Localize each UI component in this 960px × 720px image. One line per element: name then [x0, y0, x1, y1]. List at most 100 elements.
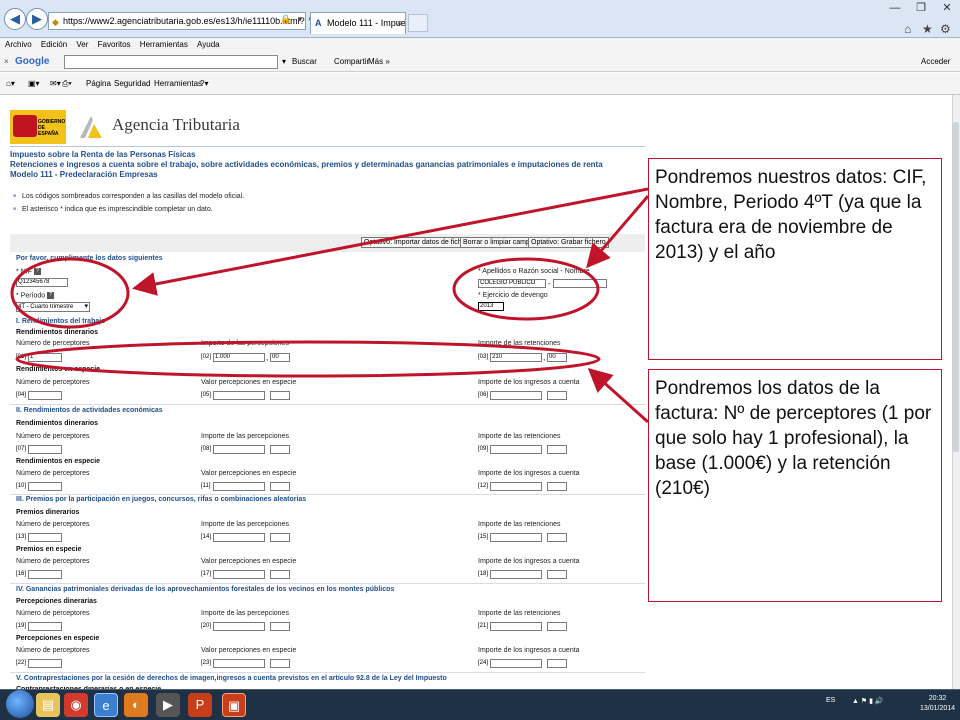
periodo-select[interactable]: 4T - Cuarto trimestre — [16, 302, 90, 312]
menu-ver[interactable]: Ver — [76, 40, 88, 49]
google-mas-button[interactable]: Más » — [368, 52, 390, 72]
input-12[interactable] — [490, 482, 542, 491]
google-toolbar-close-icon[interactable]: × — [4, 52, 9, 72]
input-08-dec[interactable] — [270, 445, 290, 454]
media-player-icon[interactable]: ▶ — [156, 693, 180, 717]
menu-favoritos[interactable]: Favoritos — [98, 40, 131, 49]
seguridad-menu[interactable]: Seguridad — [114, 73, 150, 95]
input-20-dec[interactable] — [270, 622, 290, 631]
input-20[interactable] — [213, 622, 265, 631]
label-num-perceptores-04: Número de perceptores — [16, 379, 90, 386]
nombre-input[interactable] — [553, 279, 607, 288]
input-13[interactable] — [28, 533, 62, 542]
maximize-icon[interactable]: ❐ — [908, 0, 934, 18]
input-18-dec[interactable] — [547, 570, 567, 579]
input-24-dec[interactable] — [547, 659, 567, 668]
chrome-icon[interactable]: ◉ — [64, 693, 88, 717]
home-cmd-icon[interactable]: ⌂▾ — [6, 73, 15, 95]
herramientas-menu[interactable]: Herramientas — [154, 73, 202, 95]
code-02: [02] — [201, 354, 212, 360]
google-dropdown-icon[interactable]: ▾ — [282, 52, 286, 72]
input-06-dec[interactable] — [547, 391, 567, 400]
nif-input[interactable]: Q12345678 — [16, 278, 68, 287]
input-21[interactable] — [490, 622, 542, 631]
input-07[interactable] — [28, 445, 62, 454]
google-buscar-button[interactable]: Buscar — [292, 52, 317, 72]
input-18[interactable] — [490, 570, 542, 579]
google-acceder-button[interactable]: Acceder — [921, 52, 950, 72]
feeds-icon[interactable]: ▣▾ — [28, 73, 40, 95]
back-icon[interactable]: ◀ — [4, 8, 26, 30]
apellidos-label: * Apellidos o Razón social - Nombre — [478, 268, 590, 275]
menu-archivo[interactable]: Archivo — [5, 40, 32, 49]
settings-gear-icon[interactable]: ⚙ — [940, 22, 951, 36]
label-importe-ret-15: Importe de las retenciones — [478, 521, 561, 528]
grabar-fichero-button[interactable]: Optativo: Grabar fichero — [528, 237, 609, 248]
input-11[interactable] — [213, 482, 265, 491]
menu-herramientas[interactable]: Herramientas — [140, 40, 188, 49]
close-window-icon[interactable]: ✕ — [934, 0, 960, 18]
home-icon[interactable]: ⌂ — [904, 22, 911, 36]
periodo-help-icon[interactable]: ? — [47, 292, 55, 299]
input-03-dec[interactable]: 00 — [547, 353, 567, 362]
mail-icon[interactable]: ✉▾ — [50, 73, 61, 95]
language-indicator[interactable]: ES — [826, 697, 835, 704]
firefox-icon[interactable]: ◐ — [124, 693, 148, 717]
input-09-dec[interactable] — [547, 445, 567, 454]
input-15[interactable] — [490, 533, 542, 542]
input-09[interactable] — [490, 445, 542, 454]
print-icon[interactable]: ⎙▾ — [62, 73, 72, 95]
scrollbar-thumb[interactable] — [953, 122, 959, 452]
input-08[interactable] — [213, 445, 265, 454]
explorer-icon[interactable]: ▤ — [36, 693, 60, 717]
google-search-input[interactable] — [64, 55, 278, 69]
input-24[interactable] — [490, 659, 542, 668]
input-14-dec[interactable] — [270, 533, 290, 542]
input-10[interactable] — [28, 482, 62, 491]
minimize-icon[interactable]: — — [882, 0, 908, 18]
input-21-dec[interactable] — [547, 622, 567, 631]
input-12-dec[interactable] — [547, 482, 567, 491]
input-04[interactable] — [28, 391, 62, 400]
clock-date: 13/01/2014 — [920, 705, 956, 712]
input-11-dec[interactable] — [270, 482, 290, 491]
input-14[interactable] — [213, 533, 265, 542]
input-15-dec[interactable] — [547, 533, 567, 542]
input-05[interactable] — [213, 391, 265, 400]
input-02[interactable]: 1.000 — [213, 353, 265, 362]
menu-edicion[interactable]: Edición — [41, 40, 67, 49]
forward-icon[interactable]: ▶ — [26, 8, 48, 30]
tab-modelo-111[interactable]: A Modelo 111 - Impuesto sob... × — [310, 12, 406, 34]
input-17-dec[interactable] — [270, 570, 290, 579]
input-16[interactable] — [28, 570, 62, 579]
input-01[interactable]: 1 — [28, 353, 62, 362]
menu-ayuda[interactable]: Ayuda — [197, 40, 220, 49]
input-17[interactable] — [213, 570, 265, 579]
input-23-dec[interactable] — [270, 659, 290, 668]
ejercicio-input[interactable]: 2013 — [478, 302, 504, 311]
clock[interactable]: 20:32 13/01/2014 — [920, 694, 955, 714]
input-05-dec[interactable] — [270, 391, 290, 400]
google-compartir-button[interactable]: Compartir — [334, 52, 369, 72]
input-23[interactable] — [213, 659, 265, 668]
help-icon[interactable]: ?▾ — [200, 73, 208, 95]
razon-social-input[interactable]: COLEGIO PUBLICO — [478, 279, 546, 288]
input-06[interactable] — [490, 391, 542, 400]
favorites-icon[interactable]: ★ — [922, 22, 933, 36]
internet-explorer-icon[interactable]: e — [94, 693, 118, 717]
powerpoint-window-icon[interactable]: ▣ — [222, 693, 246, 717]
address-bar[interactable]: ◆ https://www2.agenciatributaria.gob.es/… — [48, 12, 306, 30]
input-19[interactable] — [28, 622, 62, 631]
importar-fichero-button[interactable]: Optativo: Importar datos de fichero — [361, 237, 475, 248]
start-button[interactable] — [6, 690, 34, 718]
nif-help-icon[interactable]: ? — [33, 268, 41, 275]
code-21: [21] — [478, 623, 489, 629]
tray-icons[interactable]: ▲ ⚑ ▮ 🔊 — [852, 697, 884, 705]
pagina-menu[interactable]: Página — [86, 73, 111, 95]
new-tab-button[interactable] — [408, 14, 428, 32]
input-22[interactable] — [28, 659, 62, 668]
input-03[interactable]: 210 — [490, 353, 542, 362]
powerpoint-icon[interactable]: P — [188, 693, 212, 717]
input-02-dec[interactable]: 00 — [270, 353, 290, 362]
tab-close-icon[interactable]: × — [397, 13, 402, 33]
